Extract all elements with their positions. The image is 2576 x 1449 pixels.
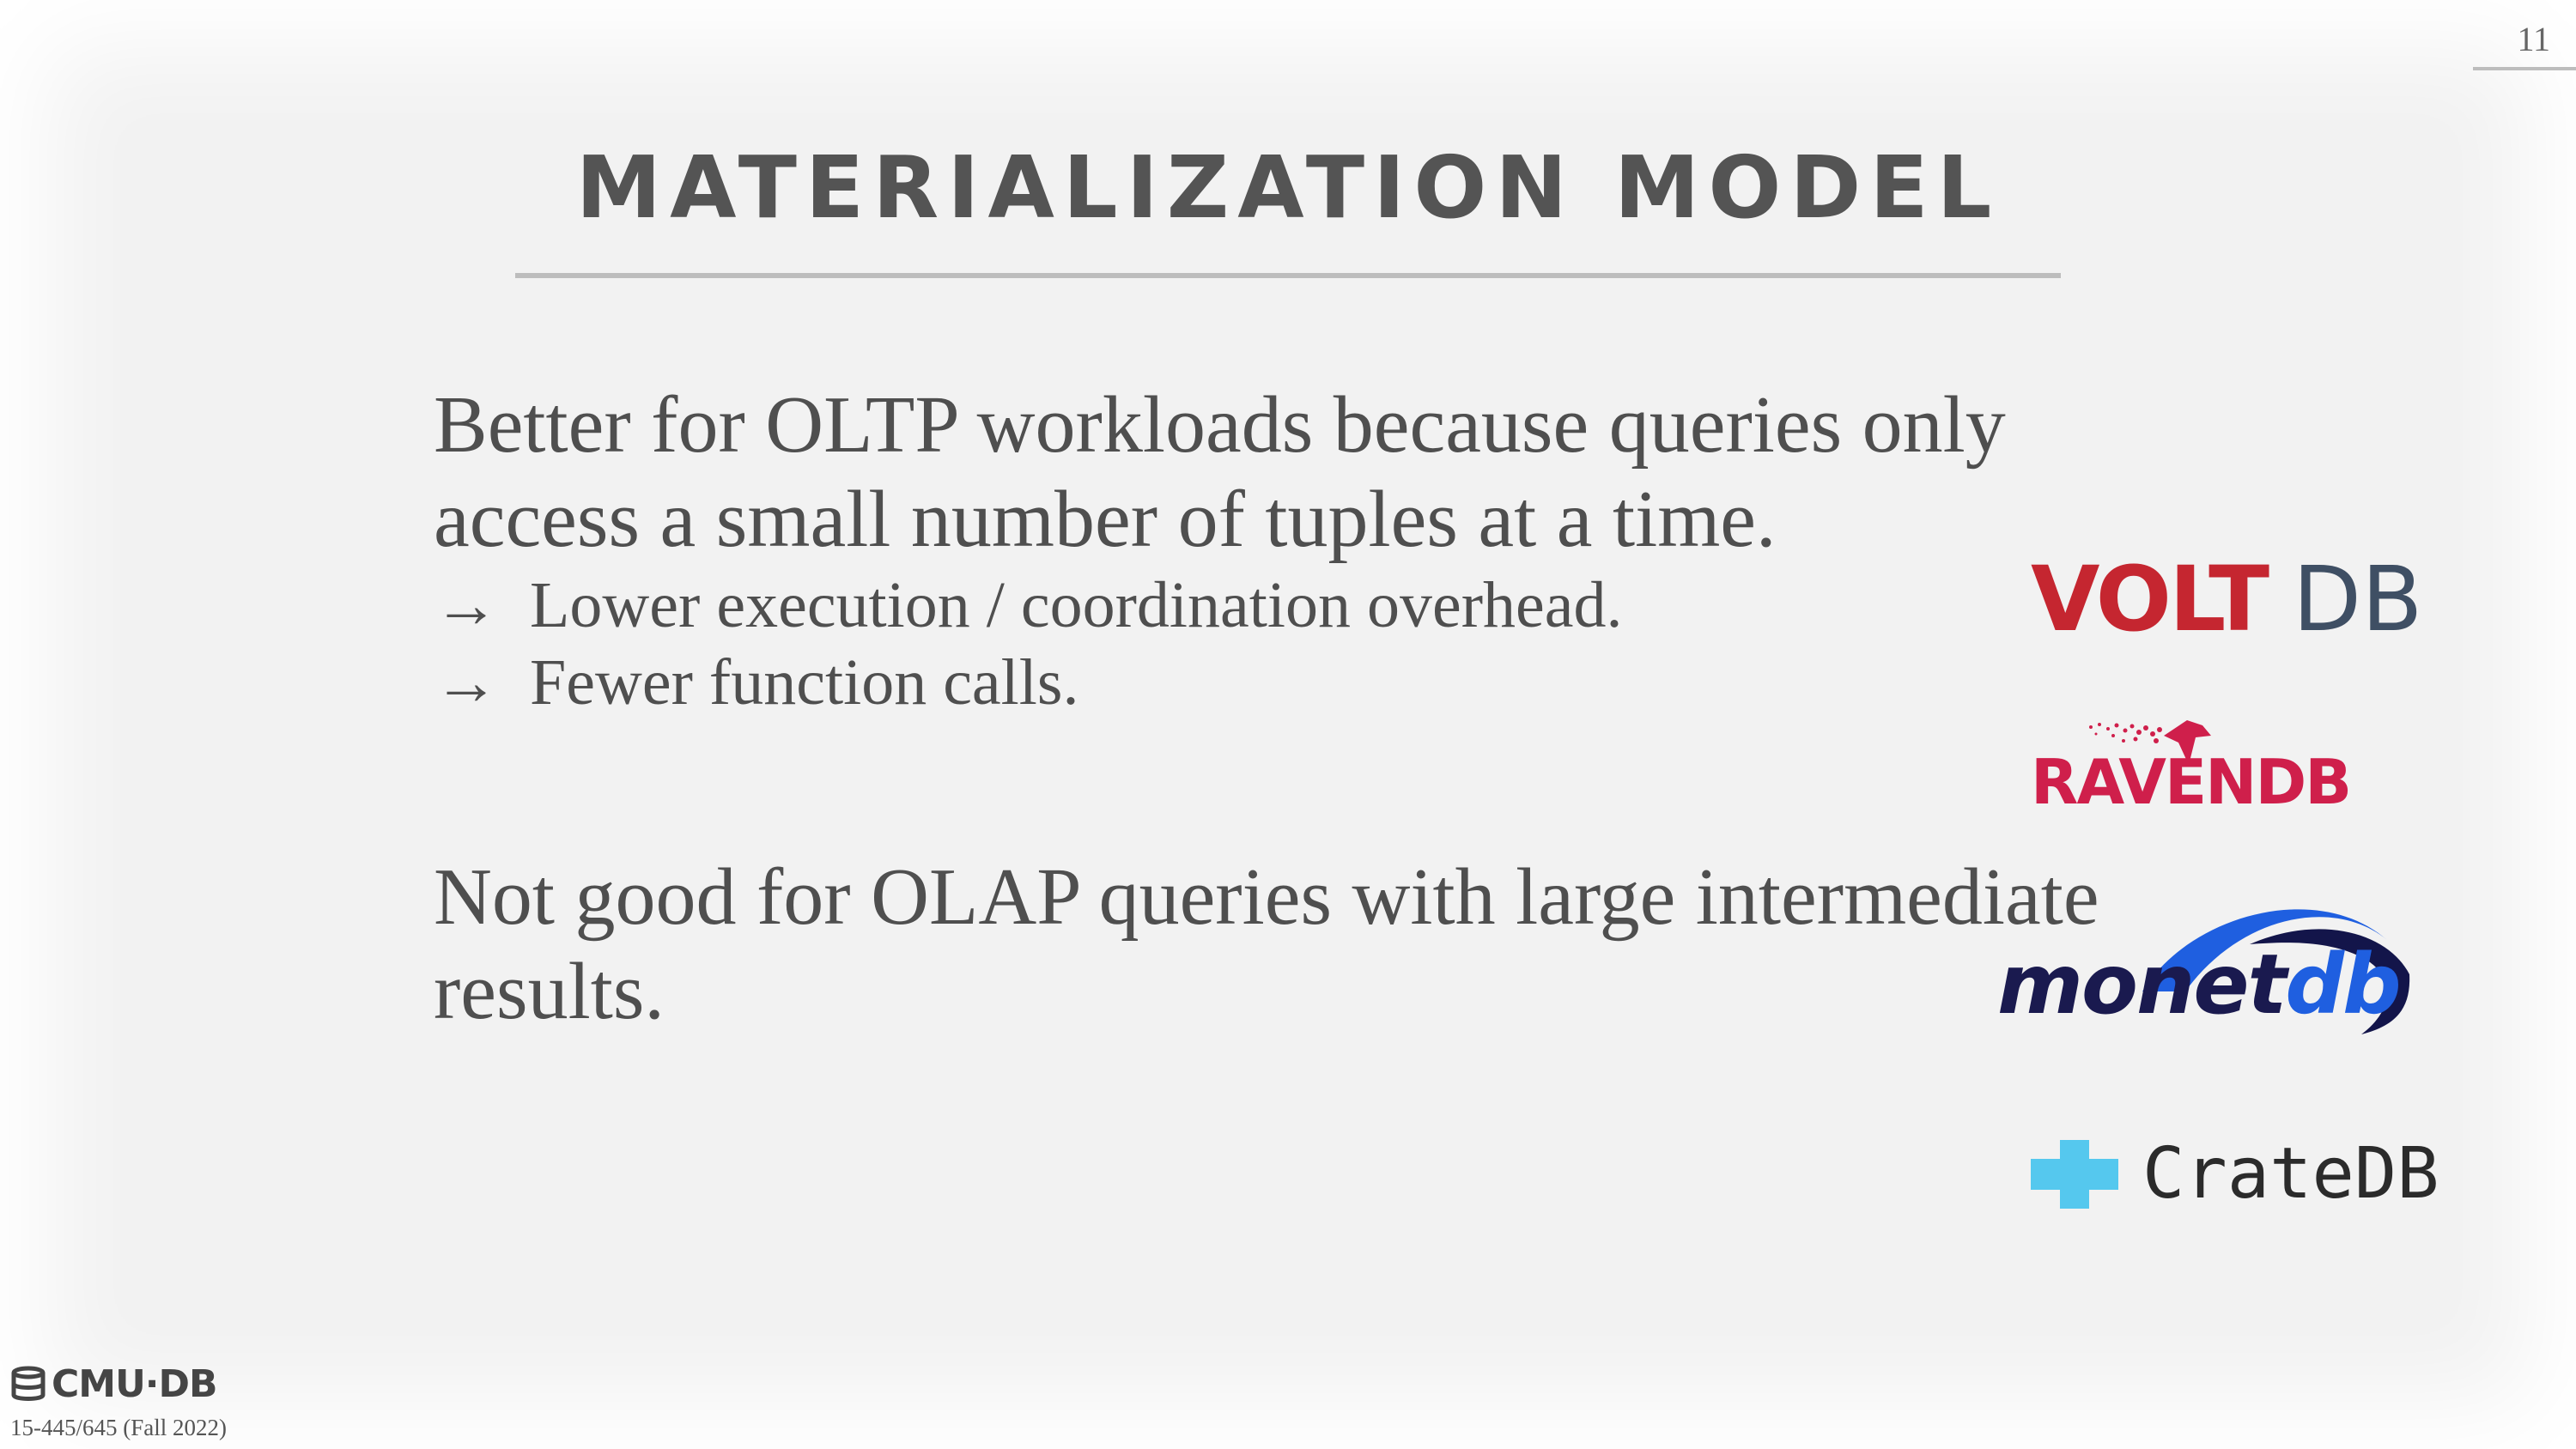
bullet-item: → Fewer function calls. (434, 644, 2108, 721)
cmu-db-logo: CMU·DB (10, 1361, 218, 1406)
crate-plus-icon (2031, 1140, 2118, 1209)
paragraph-oltp: Better for OLTP workloads because querie… (434, 380, 2006, 564)
ravendb-logo-text: RAVENDB (2031, 746, 2352, 818)
database-stack-icon (11, 1366, 46, 1401)
voltdb-logo-db: DB (2293, 547, 2423, 652)
slide-body: Better for OLTP workloads because querie… (434, 378, 2108, 1039)
footer-logo-text: CMU·DB (52, 1361, 218, 1406)
cratedb-logo-text: CrateDB (2142, 1133, 2439, 1215)
monetdb-logo-monet: monet (1997, 937, 2287, 1033)
page-number-rule (2473, 67, 2576, 70)
title-underline (515, 273, 2061, 278)
bullet-item: → Lower execution / coordination overhea… (434, 567, 2108, 644)
paragraph-olap: Not good for OLAP queries with large int… (434, 852, 2099, 1036)
bullet-text: Fewer function calls. (530, 646, 1079, 718)
voltdb-logo-volt: VOLT (2031, 547, 2269, 652)
slide-title: MATERIALIZATION MODEL (575, 137, 2001, 238)
voltdb-logo: VOLT DB (2031, 547, 2422, 652)
monetdb-logo-db: db (2285, 937, 2401, 1033)
arrow-icon: → (434, 569, 499, 641)
monetdb-logo-text: monetdb (1997, 942, 2402, 1028)
monetdb-logo: monetdb (1992, 880, 2421, 1034)
cratedb-logo: CrateDB (2031, 1133, 2439, 1215)
ravendb-logo: RAVENDB (2031, 717, 2421, 816)
page-number: 11 (2517, 20, 2550, 58)
arrow-icon: → (434, 646, 499, 718)
course-label: 15-445/645 (Fall 2022) (10, 1415, 227, 1440)
bullet-text: Lower execution / coordination overhead. (530, 569, 1623, 641)
